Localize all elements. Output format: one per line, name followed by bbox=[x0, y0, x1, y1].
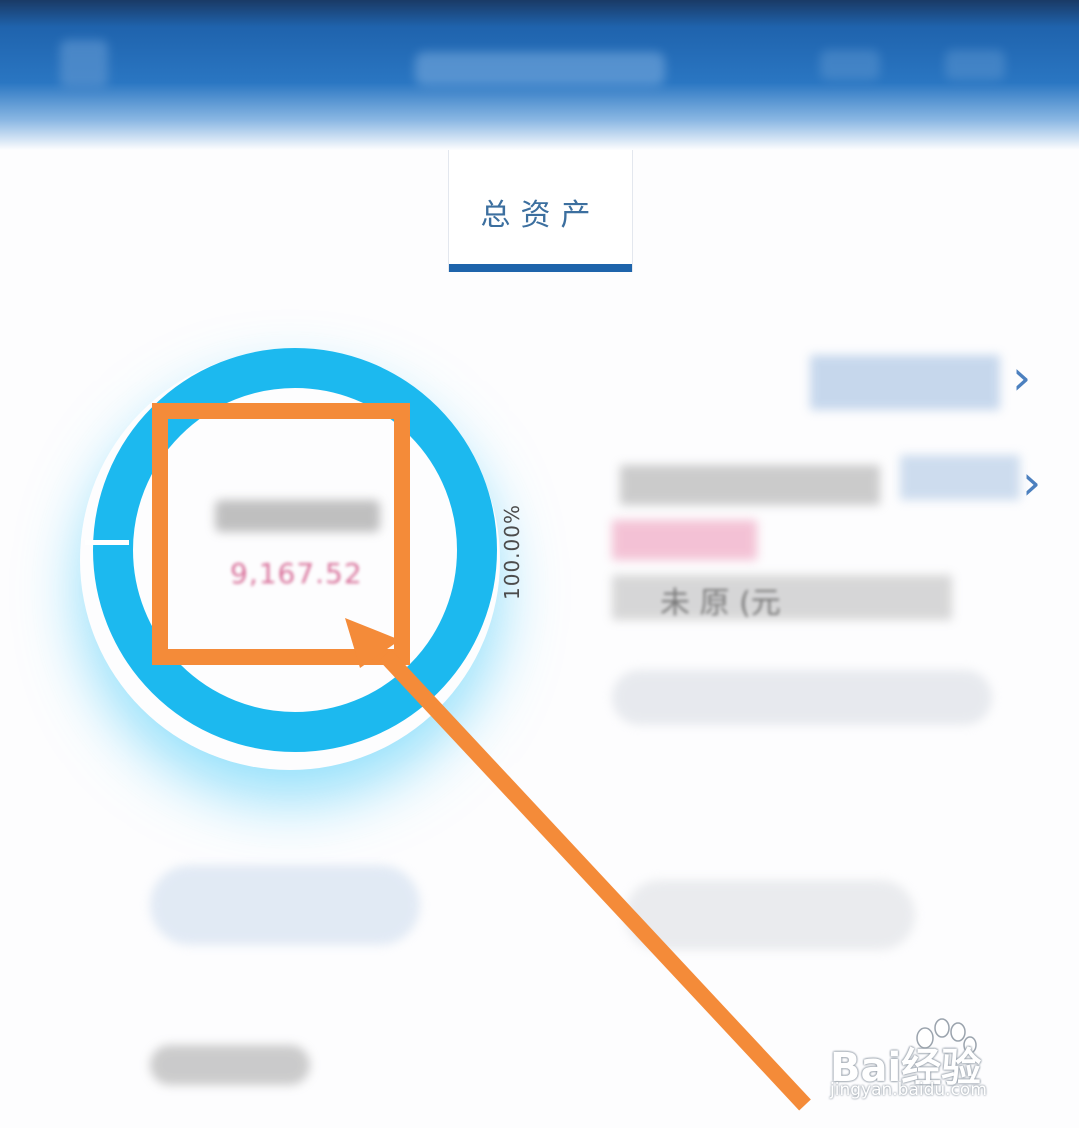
annotation-arrow bbox=[345, 618, 811, 1111]
watermark-url: jingyan.baidu.com bbox=[830, 1080, 987, 1100]
